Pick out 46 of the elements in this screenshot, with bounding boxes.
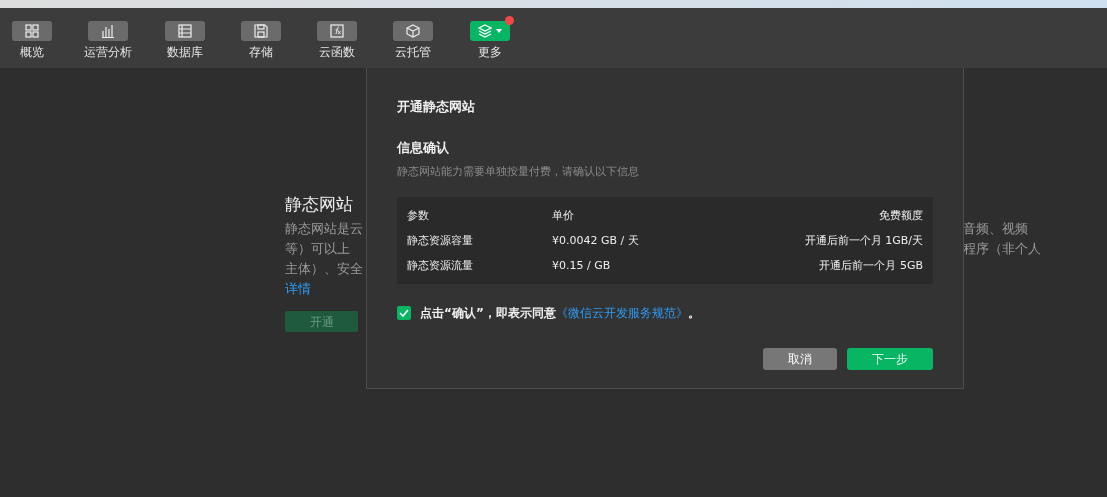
details-link[interactable]: 详情 — [285, 279, 311, 299]
description-text: 等）可以上 — [285, 240, 351, 258]
toolbar-button[interactable] — [317, 21, 358, 41]
terms-link[interactable]: 《微信云开发服务规范》 — [555, 306, 688, 321]
toolbar-label: 云函数 — [319, 45, 356, 59]
toolbar-label: 概览 — [20, 45, 44, 59]
toolbar-label: 数据库 — [166, 45, 203, 59]
column-header: 单价 — [552, 207, 575, 224]
table-cell-text: 开通后前一个月 1GB/天 — [803, 232, 923, 249]
agreement-text: 点击“确认”，即表示同意《微信云开发服务规范》。 — [420, 305, 700, 323]
section-hint: 静态网站能力需要单独按量付费，请确认以下信息 — [397, 163, 640, 179]
page-title: 静态网站 — [285, 193, 354, 215]
table-cell-text: 静态资源流量 — [407, 257, 474, 274]
description-text: 主体）、安全 — [285, 260, 364, 278]
description-text: 音频、视频 — [963, 220, 1029, 238]
table-cell-text: ¥0.15 / GB — [552, 257, 612, 274]
description-text: 静态网站是云 — [285, 220, 364, 238]
save-icon — [253, 24, 268, 38]
cube-icon — [406, 24, 421, 38]
layers-icon — [477, 24, 492, 38]
toolbar-button[interactable] — [393, 21, 434, 41]
toolbar-label: 存储 — [248, 45, 273, 59]
dialog-title: 开通静态网站 — [397, 98, 476, 116]
next-button[interactable]: 下一步 — [847, 348, 933, 371]
toolbar-button[interactable] — [240, 21, 281, 41]
table-cell-text: ¥0.0042 GB / 天 — [552, 232, 640, 249]
section-title: 信息确认 — [397, 138, 450, 157]
toolbar-button[interactable] — [164, 21, 205, 41]
column-header: 免费额度 — [878, 207, 923, 224]
function-icon — [330, 24, 345, 38]
table-cell-text: 开通后前一个月 5GB — [818, 257, 923, 274]
checkbox[interactable] — [397, 306, 411, 321]
toolbar-label: 云托管 — [395, 45, 432, 59]
grid-icon — [25, 24, 39, 38]
bar-chart-icon — [101, 24, 116, 38]
column-header: 参数 — [407, 207, 430, 224]
toolbar-label: 更多 — [477, 45, 502, 59]
caret-icon — [495, 29, 502, 33]
toolbar-button[interactable] — [88, 21, 129, 41]
cancel-button[interactable]: 取消 — [763, 348, 837, 371]
list-icon — [177, 24, 192, 38]
toolbar-label: 运营分析 — [84, 45, 133, 59]
description-text: 程序（非个人 — [963, 240, 1042, 258]
check-icon — [399, 309, 409, 318]
toolbar-button[interactable] — [469, 21, 510, 41]
table-cell-text: 静态资源容量 — [407, 232, 474, 249]
